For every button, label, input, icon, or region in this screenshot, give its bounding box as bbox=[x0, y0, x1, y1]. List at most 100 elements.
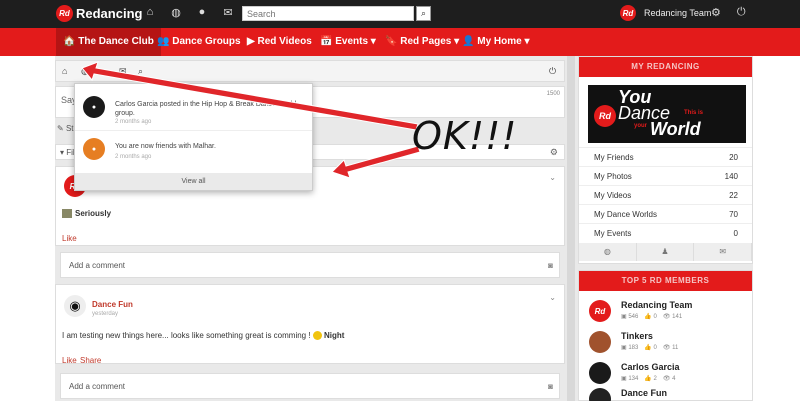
post-content: Seriously bbox=[62, 209, 111, 218]
stat-row[interactable]: My Events 0 bbox=[579, 223, 752, 242]
status-button[interactable]: ✎ St bbox=[57, 124, 74, 133]
avatar[interactable]: ◉ bbox=[64, 295, 86, 317]
member-item[interactable]: Dance Fun bbox=[579, 385, 752, 401]
my-redancing-panel: MY REDANCING Rd You Dance World This is … bbox=[578, 56, 753, 264]
home-icon[interactable]: ⌂ bbox=[62, 66, 67, 76]
member-item[interactable]: Tinkers ▣ 183 👍 0 👁 11 bbox=[579, 328, 752, 360]
users-icon: 👥 bbox=[157, 36, 170, 47]
member-stats: ▣ 134 👍 2 👁 4 bbox=[621, 376, 676, 382]
top-icons: ⌂ ◍ ● ✉ bbox=[144, 6, 234, 19]
like-link[interactable]: Like bbox=[62, 356, 77, 365]
post-time: yesterday bbox=[92, 311, 119, 317]
stat-label: My Videos bbox=[594, 191, 632, 200]
user-icon: 👤 bbox=[462, 36, 475, 47]
view-all-button[interactable]: View all bbox=[75, 173, 312, 190]
stat-value: 22 bbox=[729, 191, 738, 200]
logo[interactable]: Rd Redancing bbox=[56, 5, 142, 22]
panel-title: TOP 5 RD MEMBERS bbox=[579, 271, 752, 291]
mail-icon[interactable]: ✉ bbox=[222, 6, 234, 19]
nav-my-home[interactable]: 👤 My Home ▾ bbox=[455, 28, 537, 56]
chevron-down-icon[interactable]: ⌄ bbox=[549, 173, 556, 182]
main-nav: 🏠 The Dance Club 👥 Dance Groups ▶ Red Vi… bbox=[0, 28, 800, 56]
home-icon[interactable]: ⌂ bbox=[144, 6, 156, 19]
logo-badge: Rd bbox=[594, 105, 616, 127]
play-icon: ▶ bbox=[247, 36, 255, 47]
search-button[interactable]: ⌕ bbox=[416, 6, 431, 21]
member-item[interactable]: Rd Redancing Team ▣ 546 👍 0 👁 141 bbox=[579, 297, 752, 329]
nav-dance-groups[interactable]: 👥 Dance Groups bbox=[150, 28, 248, 56]
notification-item[interactable]: ● Carlos Garcia posted in the Hip Hop & … bbox=[75, 90, 312, 130]
power-icon[interactable]: ⏻ bbox=[549, 66, 556, 77]
stat-value: 140 bbox=[724, 172, 738, 181]
member-name: Carlos Garcia bbox=[621, 362, 680, 372]
nav-red-videos[interactable]: ▶ Red Videos bbox=[240, 28, 319, 56]
right-margin bbox=[753, 0, 800, 401]
nav-label: Events ▾ bbox=[335, 36, 376, 47]
globe-icon[interactable]: ◍ bbox=[579, 243, 637, 261]
left-margin bbox=[0, 0, 55, 401]
member-name: Tinkers bbox=[621, 331, 653, 341]
nav-red-pages[interactable]: 🔖 Red Pages ▾ bbox=[378, 28, 466, 56]
member-stats: ▣ 183 👍 0 👁 11 bbox=[621, 345, 679, 351]
stat-row[interactable]: My Dance Worlds 70 bbox=[579, 204, 752, 223]
nav-label: Dance Groups bbox=[172, 36, 241, 47]
notification-time: 2 months ago bbox=[115, 119, 152, 125]
camera-icon[interactable]: ◙ bbox=[548, 382, 553, 391]
comment-placeholder: Add a comment bbox=[69, 382, 126, 391]
globe-icon[interactable]: ◍ bbox=[170, 6, 182, 19]
notification-text: Carlos Garcia posted in the Hip Hop & Br… bbox=[115, 101, 297, 117]
post-text: Seriously bbox=[75, 209, 112, 218]
top-right-icons: ⚙ ⏻ bbox=[711, 6, 746, 19]
search-icon[interactable]: ⌕ bbox=[138, 66, 143, 77]
nav-label: Red Pages ▾ bbox=[400, 36, 460, 47]
member-name: Dance Fun bbox=[621, 388, 668, 398]
gear-icon[interactable]: ⚙ bbox=[711, 6, 721, 19]
banner-text: World bbox=[650, 119, 701, 139]
avatar: Rd bbox=[620, 5, 636, 21]
char-count: 1500 bbox=[546, 91, 560, 97]
post-text: I am testing new things here... looks li… bbox=[62, 331, 311, 340]
notification-text: You are now friends with Malhar. bbox=[115, 143, 216, 150]
search-input[interactable] bbox=[242, 6, 414, 21]
sidebar-actions: ◍ ♟ ✉ bbox=[579, 243, 753, 261]
post-author[interactable]: Dance Fun bbox=[92, 300, 133, 309]
sidebar: MY REDANCING Rd You Dance World This is … bbox=[578, 56, 753, 401]
comment-input[interactable]: Add a comment ◙ bbox=[60, 373, 560, 399]
user-add-icon[interactable]: ♟ bbox=[637, 243, 695, 261]
comment-input[interactable]: Add a comment ◙ bbox=[60, 252, 560, 278]
camera-icon[interactable]: ◙ bbox=[548, 261, 553, 270]
notification-item[interactable]: ● You are now friends with Malhar. 2 mon… bbox=[75, 132, 312, 172]
stat-row[interactable]: My Photos 140 bbox=[579, 166, 752, 185]
notification-time: 2 months ago bbox=[115, 154, 152, 160]
logo-badge: Rd bbox=[56, 5, 73, 22]
power-icon[interactable]: ⏻ bbox=[737, 6, 746, 19]
mail-icon[interactable]: ✉ bbox=[694, 243, 753, 261]
top-members-panel: TOP 5 RD MEMBERS Rd Redancing Team ▣ 546… bbox=[578, 270, 753, 401]
mail-icon[interactable]: ✉ bbox=[119, 66, 127, 77]
stat-value: 0 bbox=[733, 229, 738, 238]
share-link[interactable]: Share bbox=[80, 356, 101, 365]
chevron-down-icon[interactable]: ⌄ bbox=[549, 293, 556, 302]
user-menu[interactable]: Rd Redancing Team bbox=[620, 5, 711, 21]
user-name: Redancing Team bbox=[644, 8, 712, 18]
filter-dropdown[interactable]: ▾ Fil bbox=[60, 148, 75, 157]
search-icon: ⌕ bbox=[420, 8, 427, 18]
nav-label: Red Videos bbox=[257, 36, 312, 47]
nav-events[interactable]: 📅 Events ▾ bbox=[313, 28, 383, 56]
avatar bbox=[589, 331, 611, 353]
nav-the-dance-club[interactable]: 🏠 The Dance Club bbox=[56, 28, 161, 56]
composer-tabs: ⌂ ◍ ✉ ⌕ ⏻ bbox=[55, 60, 565, 82]
gear-icon[interactable]: ⚙ bbox=[550, 147, 558, 158]
status-label: St bbox=[65, 124, 74, 133]
stat-label: My Photos bbox=[594, 172, 632, 181]
notifications-popup: ● Carlos Garcia posted in the Hip Hop & … bbox=[74, 83, 313, 191]
banner-image: Rd You Dance World This is your bbox=[588, 85, 746, 143]
globe-icon[interactable]: ◍ bbox=[81, 66, 89, 77]
like-link[interactable]: Like bbox=[62, 234, 77, 243]
batman-emoji-icon bbox=[312, 331, 322, 341]
stat-row[interactable]: My Friends 20 bbox=[579, 147, 752, 166]
nav-label: The Dance Club bbox=[78, 36, 154, 47]
user-icon[interactable]: ● bbox=[196, 6, 208, 19]
banner-text: This is bbox=[684, 110, 704, 116]
stat-row[interactable]: My Videos 22 bbox=[579, 185, 752, 204]
